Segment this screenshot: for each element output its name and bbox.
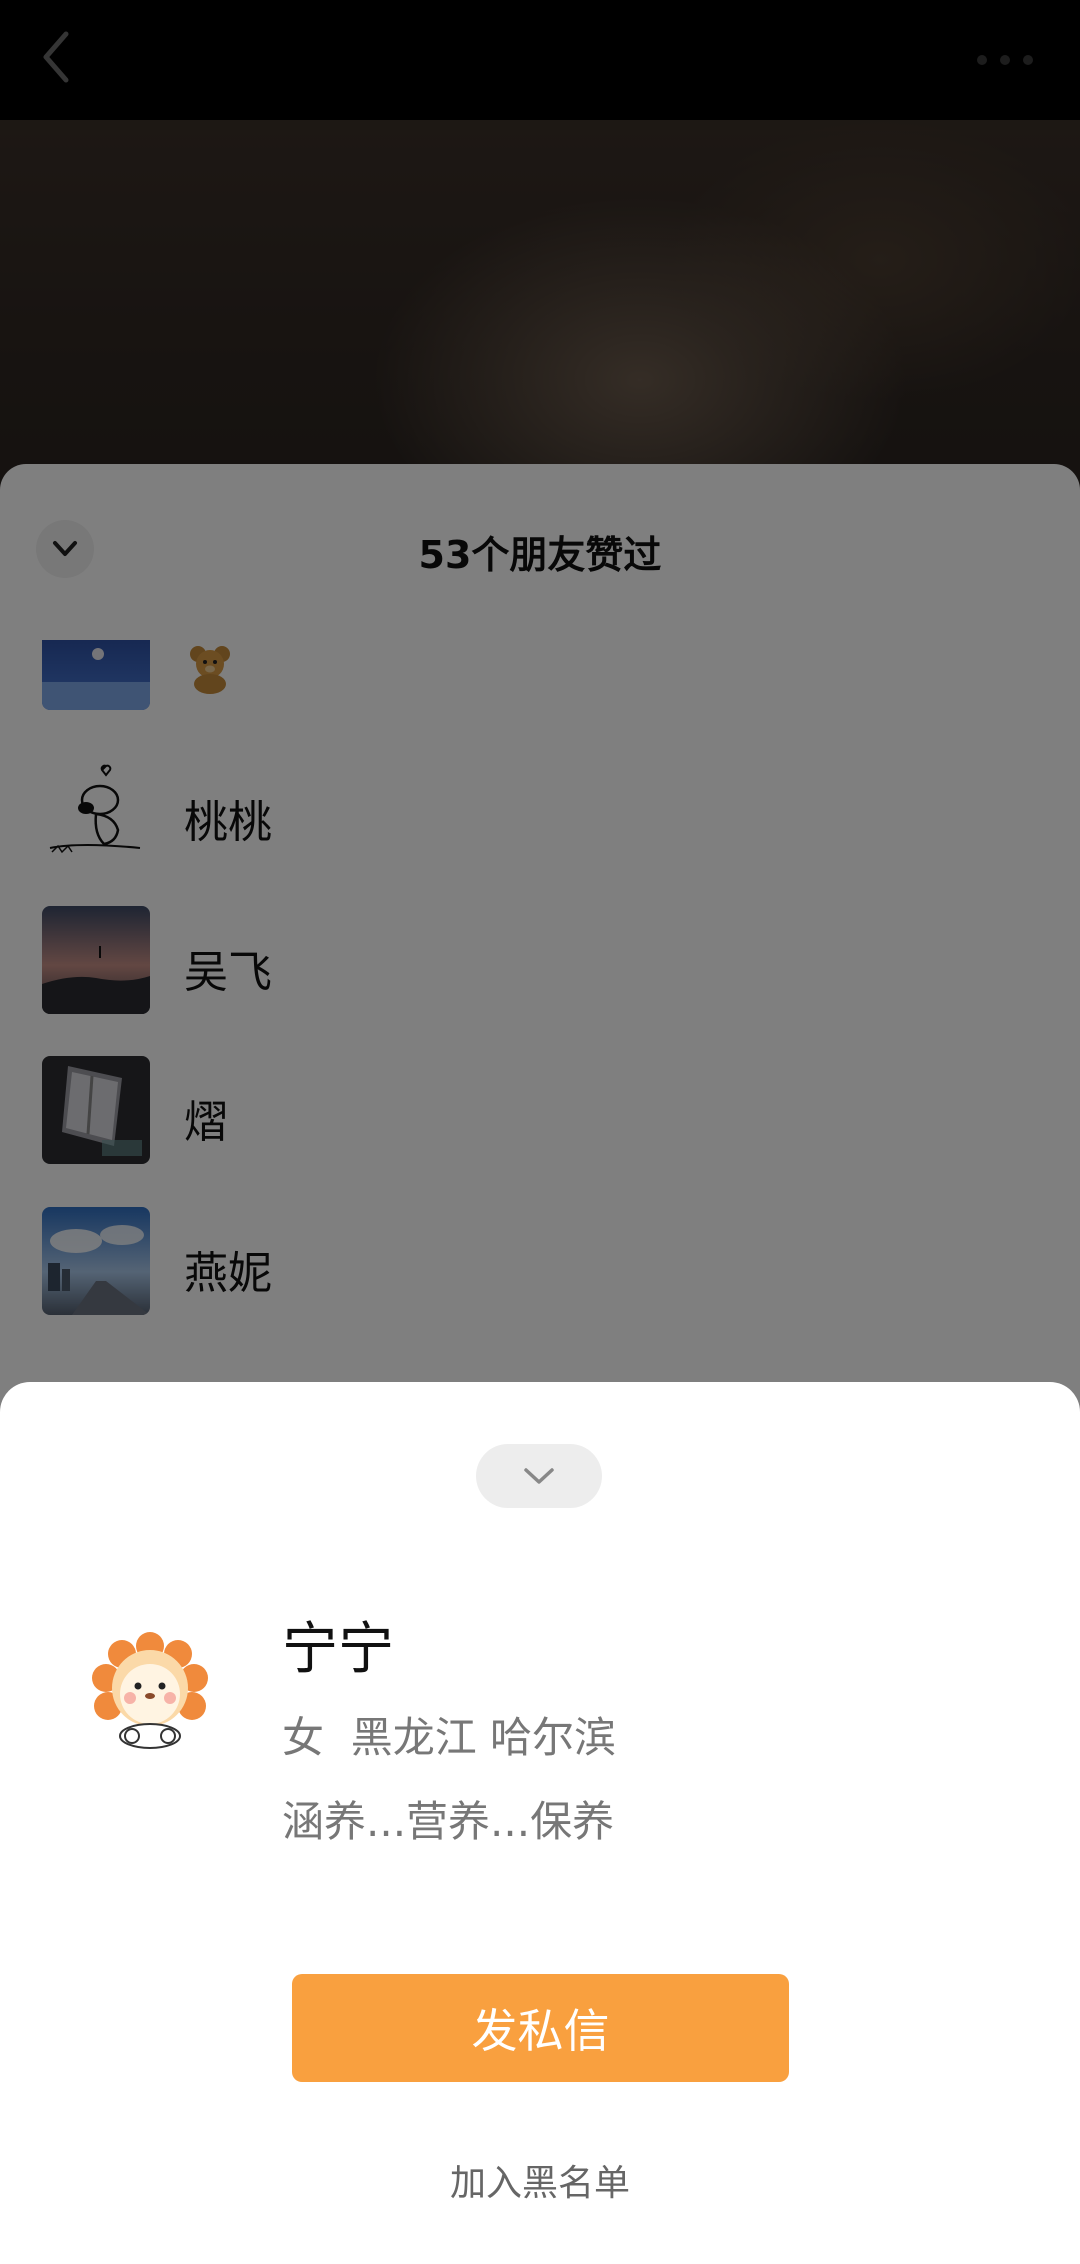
profile-name: 宁宁 [282, 1617, 394, 1682]
add-to-blacklist-link[interactable]: 加入黑名单 [0, 2154, 1080, 2206]
profile-bio: 涵养...营养...保养 [282, 1797, 615, 1846]
dismiss-sheet-button[interactable] [476, 1444, 602, 1508]
profile-sheet: 宁宁 女 黑龙江 哈尔滨 涵养...营养...保养 发私信 加入黑名单 [0, 1382, 1080, 2264]
profile-gender-location: 女 黑龙江 哈尔滨 [282, 1713, 617, 1762]
profile-avatar[interactable] [90, 1632, 210, 1752]
send-message-button[interactable]: 发私信 [292, 1974, 789, 2082]
